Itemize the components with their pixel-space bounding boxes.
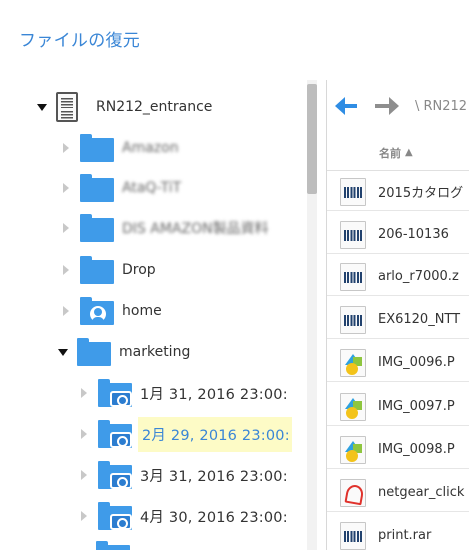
file-row[interactable]: IMG_0096.P: [327, 344, 469, 382]
folder-tree: RN212_entrance Amazon AtaQ-TiT DIS AMAZO…: [0, 80, 300, 550]
file-row[interactable]: 2015カタログ: [327, 173, 469, 211]
file-name: EX6120_NTT: [378, 312, 461, 327]
snapshot-folder-icon: [98, 461, 132, 489]
tree-node-label: 4月 30, 2016 23:00:: [140, 509, 288, 526]
tree-node-label: home: [122, 303, 162, 319]
tree-node-snapshot[interactable]: 1月 31, 2016 23:00:: [78, 376, 288, 410]
tree-node-partial: [96, 538, 130, 550]
tree-node-label: DIS AMAZON製品資料: [122, 221, 269, 237]
page-title: ファイルの復元: [19, 31, 141, 51]
file-name: 206-10136: [378, 227, 449, 242]
tree-node-label: 3月 31, 2016 23:00:: [140, 468, 288, 485]
image-icon: [340, 348, 366, 377]
tree-node-snapshot[interactable]: 4月 30, 2016 23:00:: [78, 499, 288, 533]
tree-node-ataq-tit[interactable]: AtaQ-TiT: [60, 171, 181, 205]
tree-node-label: 2月 29, 2016 23:00:: [138, 416, 292, 452]
file-row[interactable]: IMG_0098.P: [327, 431, 469, 469]
tree-node-label: Drop: [122, 262, 156, 278]
caret-right-icon[interactable]: [60, 222, 72, 234]
tree-node-snapshot[interactable]: 3月 31, 2016 23:00:: [78, 458, 288, 492]
file-name: netgear_click: [378, 485, 465, 500]
snapshot-folder-icon: [98, 502, 132, 530]
archive-icon: [340, 262, 366, 291]
tree-node-dis-amazon[interactable]: DIS AMAZON製品資料: [60, 211, 269, 245]
folder-icon: [80, 174, 114, 202]
caret-right-icon[interactable]: [60, 142, 72, 154]
caret-right-icon[interactable]: [78, 387, 90, 399]
pdf-icon: [340, 478, 366, 507]
back-arrow-icon[interactable]: [335, 96, 361, 116]
file-row[interactable]: print.rar: [327, 517, 469, 550]
caret-right-icon[interactable]: [78, 428, 90, 440]
caret-right-icon[interactable]: [60, 264, 72, 276]
tree-node-rn212-entrance[interactable]: RN212_entrance: [36, 90, 212, 124]
file-row[interactable]: arlo_r7000.z: [327, 258, 469, 296]
breadcrumb: \ RN212: [415, 98, 468, 114]
caret-right-icon[interactable]: [78, 469, 90, 481]
tree-node-label: RN212_entrance: [96, 99, 213, 115]
tree-node-label: Amazon: [122, 140, 179, 156]
file-row[interactable]: EX6120_NTT: [327, 301, 469, 339]
image-icon: [340, 392, 366, 421]
caret-down-icon[interactable]: [36, 101, 48, 113]
path-navigation: \ RN212: [335, 94, 467, 118]
file-row[interactable]: 206-10136: [327, 216, 469, 254]
forward-arrow-icon[interactable]: [373, 96, 399, 116]
file-name: arlo_r7000.z: [378, 269, 459, 284]
tree-scrollbar[interactable]: [307, 80, 317, 550]
sort-ascending-icon: ▲: [405, 147, 413, 158]
tree-node-label: marketing: [119, 344, 191, 360]
column-label: 名前: [379, 146, 401, 160]
tree-node-amazon[interactable]: Amazon: [60, 131, 179, 165]
tree-node-marketing[interactable]: marketing: [57, 335, 190, 369]
caret-right-icon[interactable]: [60, 182, 72, 194]
file-row[interactable]: IMG_0097.P: [327, 388, 469, 426]
folder-icon: [80, 134, 114, 162]
snapshot-folder-icon: [98, 379, 132, 407]
file-list-panel: \ RN212 名前 ▲ 2015カタログ 206-10136 arlo_r70…: [326, 80, 469, 550]
file-name: IMG_0098.P: [378, 442, 455, 457]
nas-device-icon: [56, 92, 78, 122]
scrollbar-thumb[interactable]: [307, 84, 317, 194]
archive-icon: [340, 177, 366, 206]
tree-node-drop[interactable]: Drop: [60, 253, 156, 287]
home-folder-icon: [80, 297, 114, 325]
file-row[interactable]: netgear_click: [327, 474, 469, 512]
file-name: print.rar: [378, 528, 432, 543]
archive-icon: [340, 521, 366, 550]
folder-icon: [80, 256, 114, 284]
archive-icon: [340, 305, 366, 334]
caret-right-icon[interactable]: [78, 510, 90, 522]
name-column-header[interactable]: 名前 ▲: [327, 135, 469, 171]
image-icon: [340, 435, 366, 464]
file-name: IMG_0096.P: [378, 355, 455, 370]
folder-icon: [77, 338, 111, 366]
file-name: 2015カタログ: [378, 186, 464, 201]
folder-icon: [96, 541, 130, 550]
tree-node-label: 1月 31, 2016 23:00:: [140, 386, 288, 403]
archive-icon: [340, 220, 366, 249]
caret-down-icon[interactable]: [57, 346, 69, 358]
caret-right-icon[interactable]: [60, 305, 72, 317]
tree-node-home[interactable]: home: [60, 294, 162, 328]
snapshot-folder-icon: [98, 420, 132, 448]
folder-icon: [80, 214, 114, 242]
tree-node-label: AtaQ-TiT: [122, 180, 182, 196]
tree-node-snapshot-selected[interactable]: 2月 29, 2016 23:00:: [78, 416, 292, 452]
file-name: IMG_0097.P: [378, 399, 455, 414]
